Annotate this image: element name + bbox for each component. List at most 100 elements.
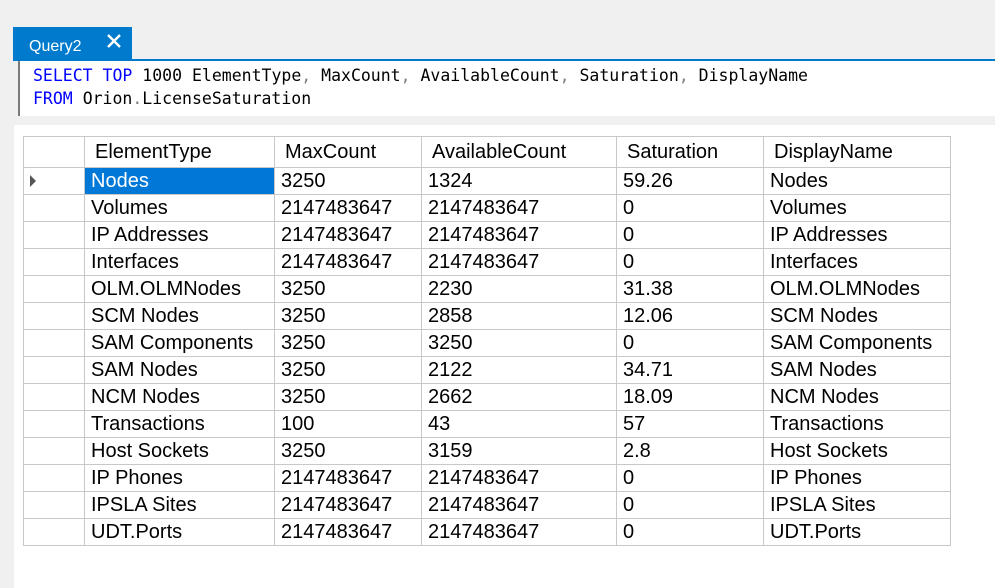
table-cell[interactable]: IP Addresses [84,221,275,249]
table-cell[interactable]: 2230 [421,275,617,303]
table-cell[interactable]: 3250 [274,275,422,303]
row-header[interactable] [23,383,85,411]
table-cell[interactable]: IP Phones [84,464,275,492]
table-cell[interactable]: 3159 [421,437,617,465]
table-row[interactable]: IPSLA Sites 2147483647 2147483647 0 IPSLA Si… [23,491,951,519]
table-cell[interactable]: 2147483647 [274,491,422,519]
table-cell[interactable]: IP Phones [763,464,951,492]
table-cell[interactable]: 31.38 [616,275,764,303]
table-cell[interactable]: 3250 [274,329,422,357]
table-cell[interactable]: 3250 [274,437,422,465]
table-row[interactable]: Host Sockets 3250 3159 2.8 Host Sockets [23,437,951,465]
table-cell[interactable]: 0 [616,518,764,546]
table-cell[interactable]: Transactions [84,410,275,438]
table-cell[interactable]: 2122 [421,356,617,384]
row-header[interactable] [23,248,85,276]
table-cell[interactable]: 2147483647 [421,491,617,519]
tab-query2[interactable]: Query2 [13,27,132,61]
table-cell[interactable]: 3250 [274,383,422,411]
table-cell[interactable]: 2858 [421,302,617,330]
table-cell[interactable]: Interfaces [763,248,951,276]
table-cell[interactable]: 2662 [421,383,617,411]
row-header[interactable] [23,356,85,384]
table-cell[interactable]: 2147483647 [274,221,422,249]
table-cell[interactable]: 3250 [421,329,617,357]
table-cell[interactable]: 3250 [274,167,422,195]
table-cell[interactable]: IPSLA Sites [84,491,275,519]
column-header[interactable]: AvailableCount [421,136,617,168]
column-header[interactable]: DisplayName [763,136,951,168]
table-cell[interactable]: 2147483647 [274,194,422,222]
table-cell[interactable]: Host Sockets [763,437,951,465]
table-row[interactable]: Interfaces 2147483647 2147483647 0 Interface… [23,248,951,276]
table-cell[interactable]: 3250 [274,302,422,330]
table-cell[interactable]: NCM Nodes [84,383,275,411]
table-cell[interactable]: Interfaces [84,248,275,276]
table-cell[interactable]: SAM Components [84,329,275,357]
table-row[interactable]: SAM Nodes 3250 2122 34.71 SAM Nodes [23,356,951,384]
row-header[interactable] [23,464,85,492]
table-cell[interactable]: Nodes [84,167,275,195]
query-editor[interactable]: SELECT TOP 1000 ElementType, MaxCount, A… [18,61,995,116]
table-cell[interactable]: 18.09 [616,383,764,411]
table-row[interactable]: SAM Components 3250 3250 0 SAM Components [23,329,951,357]
table-row[interactable]: Transactions 100 43 57 Transactions [23,410,951,438]
row-header[interactable] [23,491,85,519]
table-cell[interactable]: NCM Nodes [763,383,951,411]
table-cell[interactable]: 2147483647 [421,194,617,222]
table-cell[interactable]: UDT.Ports [763,518,951,546]
table-cell[interactable]: 100 [274,410,422,438]
close-icon[interactable] [102,30,126,54]
table-cell[interactable]: 0 [616,221,764,249]
table-cell[interactable]: OLM.OLMNodes [763,275,951,303]
table-cell[interactable]: 34.71 [616,356,764,384]
table-cell[interactable]: 2147483647 [421,518,617,546]
row-header[interactable] [23,302,85,330]
row-header[interactable] [23,437,85,465]
column-header[interactable]: ElementType [84,136,275,168]
table-cell[interactable]: SCM Nodes [84,302,275,330]
table-cell[interactable]: 57 [616,410,764,438]
table-cell[interactable]: 0 [616,491,764,519]
table-cell[interactable]: 0 [616,329,764,357]
table-cell[interactable]: Volumes [763,194,951,222]
table-cell[interactable]: 0 [616,464,764,492]
row-header[interactable] [23,275,85,303]
table-cell[interactable]: 1324 [421,167,617,195]
row-header[interactable] [23,410,85,438]
table-row[interactable]: Volumes 2147483647 2147483647 0 Volumes [23,194,951,222]
table-cell[interactable]: SAM Nodes [763,356,951,384]
corner-header[interactable] [23,136,85,168]
table-cell[interactable]: Transactions [763,410,951,438]
table-cell[interactable]: 2147483647 [421,221,617,249]
table-cell[interactable]: 2147483647 [421,248,617,276]
table-cell[interactable]: SCM Nodes [763,302,951,330]
table-row[interactable]: Nodes 3250 1324 59.26 Nodes [23,167,951,195]
table-cell[interactable]: 59.26 [616,167,764,195]
table-cell[interactable]: UDT.Ports [84,518,275,546]
row-header[interactable] [23,329,85,357]
row-header[interactable] [23,194,85,222]
row-header[interactable] [23,221,85,249]
table-row[interactable]: IP Addresses 2147483647 2147483647 0 IP Addr… [23,221,951,249]
table-row[interactable]: NCM Nodes 3250 2662 18.09 NCM Nodes [23,383,951,411]
table-cell[interactable]: OLM.OLMNodes [84,275,275,303]
table-cell[interactable]: 0 [616,248,764,276]
table-cell[interactable]: 2147483647 [421,464,617,492]
table-row[interactable]: SCM Nodes 3250 2858 12.06 SCM Nodes [23,302,951,330]
table-cell[interactable]: IP Addresses [763,221,951,249]
column-header[interactable]: Saturation [616,136,764,168]
table-cell[interactable]: 2147483647 [274,248,422,276]
table-row[interactable]: UDT.Ports 2147483647 2147483647 0 UDT.Ports [23,518,951,546]
table-cell[interactable]: 2147483647 [274,464,422,492]
table-cell[interactable]: 43 [421,410,617,438]
row-header[interactable] [23,167,85,195]
table-cell[interactable]: 0 [616,194,764,222]
table-cell[interactable]: SAM Nodes [84,356,275,384]
table-cell[interactable]: 3250 [274,356,422,384]
table-cell[interactable]: Nodes [763,167,951,195]
table-cell[interactable]: Volumes [84,194,275,222]
table-row[interactable]: IP Phones 2147483647 2147483647 0 IP Phones [23,464,951,492]
table-cell[interactable]: SAM Components [763,329,951,357]
table-cell[interactable]: 2147483647 [274,518,422,546]
